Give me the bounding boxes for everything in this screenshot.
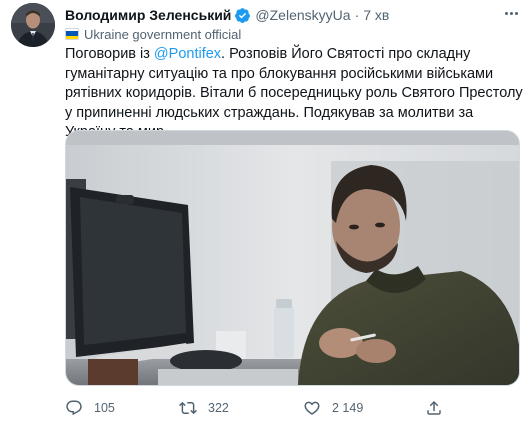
mention-link[interactable]: @Pontifex: [154, 46, 221, 62]
verified-badge-icon: [234, 7, 251, 24]
share-button[interactable]: [425, 399, 443, 417]
author-avatar[interactable]: [11, 3, 55, 47]
author-display-name[interactable]: Володимир Зеленський: [65, 6, 231, 24]
tweet-text: Поговорив із @Pontifex. Розповів Його Св…: [65, 45, 523, 143]
reply-count: 105: [94, 401, 115, 415]
retweet-button[interactable]: 322: [179, 399, 229, 417]
like-button[interactable]: 2 149: [303, 399, 363, 417]
tweet-text-start: Поговорив із: [65, 46, 154, 62]
tweet-header: Володимир Зеленський @ZelenskyyUa · 7 хв: [65, 6, 389, 24]
tweet[interactable]: Володимир Зеленський @ZelenskyyUa · 7 хв…: [0, 0, 531, 421]
more-options-icon[interactable]: [501, 6, 521, 20]
tweet-photo[interactable]: [65, 130, 520, 386]
share-icon: [427, 400, 441, 415]
author-handle[interactable]: @ZelenskyyUa: [255, 6, 350, 24]
government-label-text: Ukraine government official: [84, 26, 242, 42]
tweet-actions: 105 322 2 149: [65, 398, 505, 418]
ukraine-flag-icon: [65, 28, 79, 40]
retweet-icon: [179, 401, 197, 415]
government-label[interactable]: Ukraine government official: [65, 26, 241, 42]
reply-icon: [66, 400, 82, 416]
retweet-count: 322: [208, 401, 229, 415]
heart-icon: [304, 401, 320, 415]
reply-button[interactable]: 105: [65, 399, 115, 417]
like-count: 2 149: [332, 401, 364, 415]
tweet-timestamp[interactable]: 7 хв: [363, 6, 389, 24]
header-separator: ·: [354, 7, 360, 23]
